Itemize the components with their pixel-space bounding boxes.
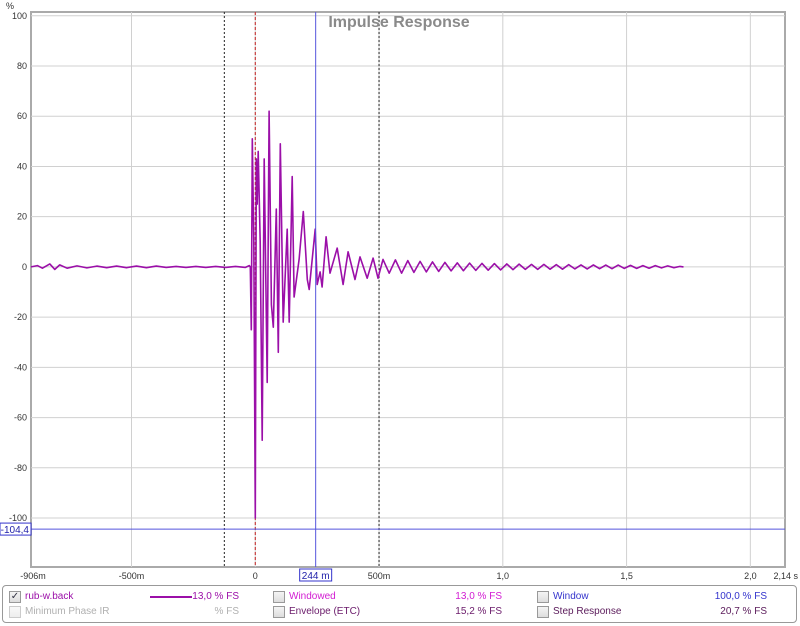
x-tick-label: 2,14 s: [773, 571, 798, 581]
y-axis-unit: %: [6, 1, 14, 11]
x-tick-label: 1,0: [497, 571, 510, 581]
legend-checkbox[interactable]: ✓: [9, 591, 21, 603]
cursor-y-readout: -104,4: [1, 525, 30, 536]
y-tick-label: -80: [14, 463, 27, 473]
y-tick-label: -40: [14, 362, 27, 372]
chart-title: Impulse Response: [328, 14, 469, 31]
y-tick-label: 40: [17, 161, 27, 171]
y-tick-label: -60: [14, 413, 27, 423]
legend-item-envelope-etc: Envelope (ETC) 15,2 % FS: [273, 605, 523, 619]
y-tick-label: -20: [14, 312, 27, 322]
y-tick-label: 0: [22, 262, 27, 272]
legend-value: 13,0 % FS: [192, 591, 239, 602]
x-tick-label: -906m: [20, 571, 46, 581]
legend-checkbox[interactable]: [273, 591, 285, 603]
impulse-response-chart[interactable]: Impulse Response % 100 80 60 40 20 0 -20 -40 -60…: [0, 0, 800, 585]
y-tick-label: -100: [9, 513, 27, 523]
y-tick-label: 60: [17, 111, 27, 121]
legend-value: 100,0 % FS: [714, 591, 767, 602]
legend-label: Envelope (ETC): [289, 606, 361, 617]
legend-value: % FS: [214, 606, 239, 617]
x-tick-label: 500m: [368, 571, 391, 581]
x-tick-label: 0: [253, 571, 258, 581]
x-tick-label: -500m: [119, 571, 145, 581]
cursor-x-readout: 244 m: [302, 571, 330, 582]
legend-checkbox[interactable]: [273, 606, 285, 618]
y-tick-label: 100: [12, 11, 27, 21]
legend-item-rub-w-back: ✓ rub-w.back 13,0 % FS: [9, 590, 259, 604]
y-tick-label: 20: [17, 212, 27, 222]
legend-value: 20,7 % FS: [720, 606, 767, 617]
legend-label: Minimum Phase IR: [25, 606, 110, 617]
x-tick-label: 2,0: [744, 571, 757, 581]
x-tick-label: 1,5: [620, 571, 633, 581]
plot-area: [30, 11, 786, 568]
legend-panel: ✓ rub-w.back 13,0 % FS Windowed 13,0 % FS Win…: [2, 585, 797, 623]
legend-label: rub-w.back: [25, 591, 74, 602]
legend-checkbox[interactable]: [9, 606, 21, 618]
legend-item-minimum-phase-ir: Minimum Phase IR % FS: [9, 605, 259, 619]
legend-item-window: Window 100,0 % FS: [537, 590, 787, 604]
legend-label: Window: [553, 591, 589, 602]
legend-checkbox[interactable]: [537, 606, 549, 618]
y-tick-label: 80: [17, 61, 27, 71]
legend-label: Step Response: [553, 606, 622, 617]
legend-item-windowed: Windowed 13,0 % FS: [273, 590, 523, 604]
legend-value: 13,0 % FS: [455, 591, 502, 602]
legend-value: 15,2 % FS: [455, 606, 502, 617]
legend-item-step-response: Step Response 20,7 % FS: [537, 605, 787, 619]
legend-checkbox[interactable]: [537, 591, 549, 603]
legend-label: Windowed: [289, 591, 336, 602]
